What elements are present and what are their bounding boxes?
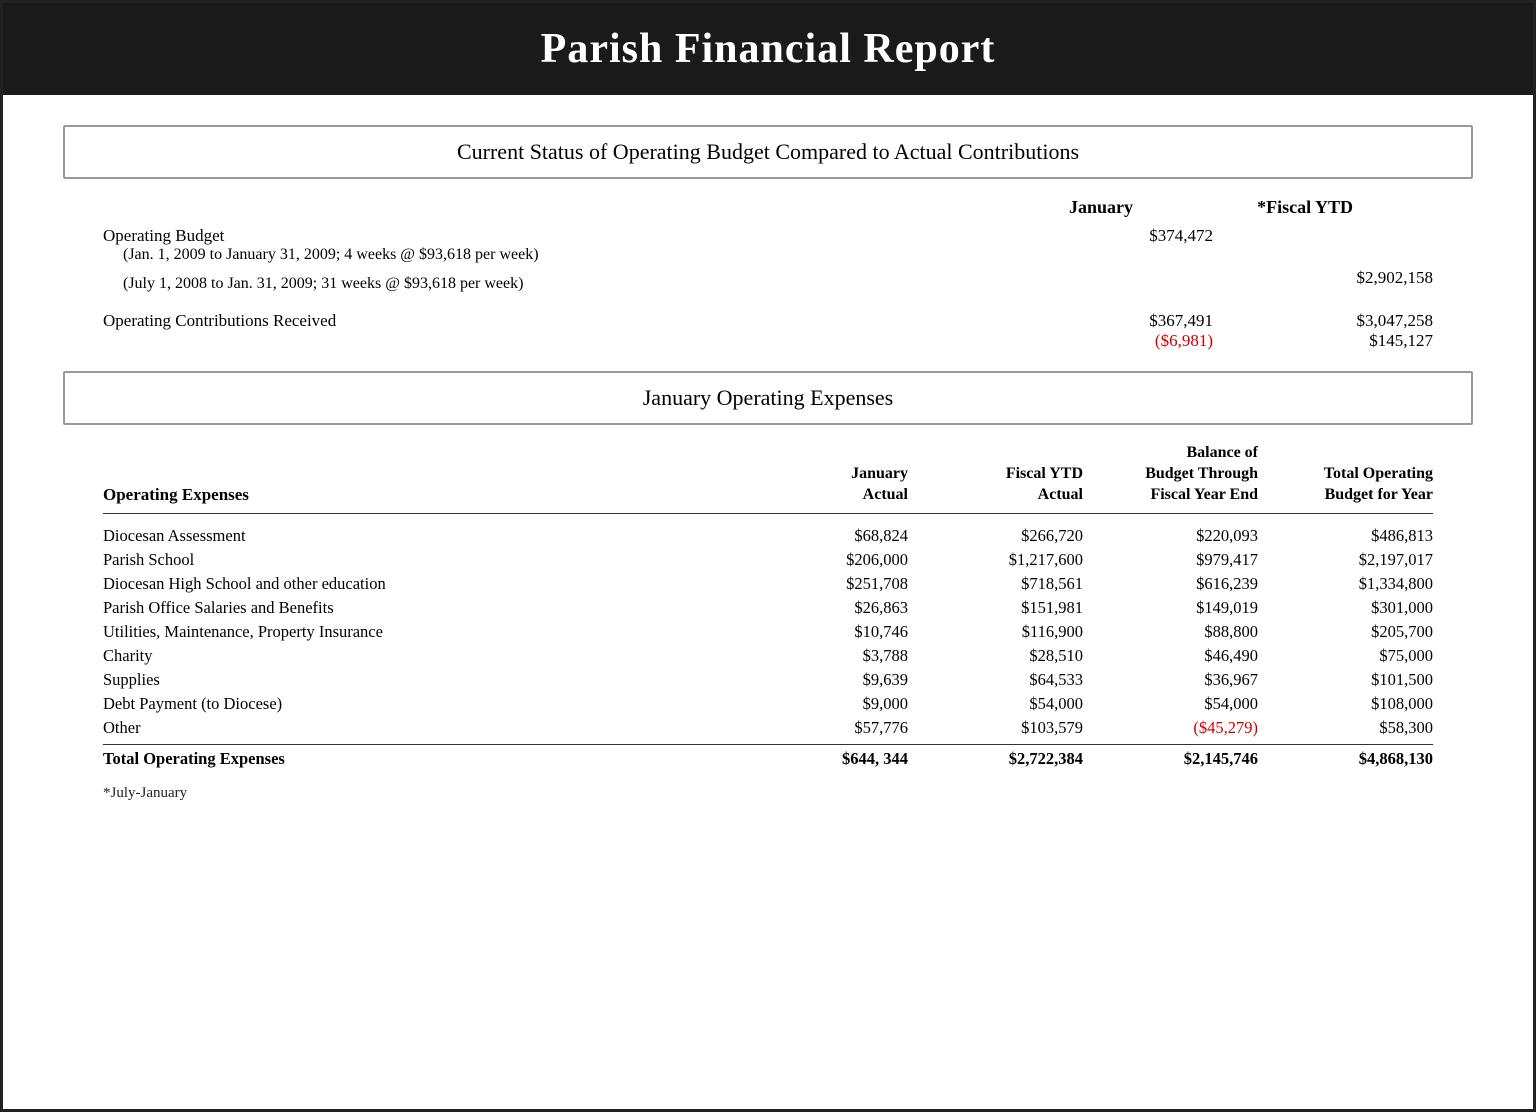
- op-budget-sub2-jan: [1053, 268, 1213, 288]
- expense-jan-actual: $9,000: [753, 694, 908, 714]
- op-budget-content: January *Fiscal YTD Operating Budget (Ja…: [63, 197, 1473, 371]
- page-title: Parish Financial Report: [43, 25, 1493, 73]
- expense-row: Parish School $206,000 $1,217,600 $979,417 $…: [103, 548, 1433, 572]
- contributions-jan-col: $367,491 ($6,981): [1053, 311, 1213, 351]
- expense-total-budget: $108,000: [1278, 694, 1433, 714]
- op-budget-sub1-ytd: [1273, 226, 1433, 246]
- op-budget-label: Operating Budget: [103, 226, 993, 246]
- expenses-content: Operating Expenses JanuaryActual Fiscal …: [63, 443, 1473, 822]
- expense-total-budget: $58,300: [1278, 718, 1433, 738]
- expense-jan-actual: $57,776: [753, 718, 908, 738]
- expense-name: Debt Payment (to Diocese): [103, 694, 733, 714]
- expense-balance: $88,800: [1103, 622, 1258, 642]
- expense-jan-actual: $26,863: [753, 598, 908, 618]
- op-budget-sub1-label: (Jan. 1, 2009 to January 31, 2009; 4 wee…: [103, 246, 993, 264]
- expense-balance: $54,000: [1103, 694, 1258, 714]
- contributions-ytd-val2: $145,127: [1273, 331, 1433, 351]
- contributions-row: Operating Contributions Received $367,49…: [103, 311, 1433, 351]
- page-body: Current Status of Operating Budget Compa…: [3, 95, 1533, 852]
- expense-fiscal-ytd: $103,579: [928, 718, 1083, 738]
- expense-fiscal-ytd: $28,510: [928, 646, 1083, 666]
- expense-rows-container: Diocesan Assessment $68,824 $266,720 $220,0…: [103, 524, 1433, 740]
- total-name: Total Operating Expenses: [103, 749, 733, 769]
- expense-jan-actual: $68,824: [753, 526, 908, 546]
- expense-balance: $979,417: [1103, 550, 1258, 570]
- operating-budget-section: Current Status of Operating Budget Compa…: [63, 125, 1473, 179]
- expense-jan-actual: $206,000: [753, 550, 908, 570]
- col-january: January: [973, 197, 1133, 218]
- expense-balance: $616,239: [1103, 574, 1258, 594]
- expense-balance: ($45,279): [1103, 718, 1258, 738]
- expense-row: Charity $3,788 $28,510 $46,490 $75,000: [103, 644, 1433, 668]
- expense-total-budget: $75,000: [1278, 646, 1433, 666]
- expense-row: Other $57,776 $103,579 ($45,279) $58,300: [103, 716, 1433, 740]
- expense-name: Parish Office Salaries and Benefits: [103, 598, 733, 618]
- expense-fiscal-ytd: $116,900: [928, 622, 1083, 642]
- expense-name: Utilities, Maintenance, Property Insuran…: [103, 622, 733, 642]
- expense-name: Charity: [103, 646, 733, 666]
- exp-col-name: Operating Expenses: [103, 485, 733, 505]
- contributions-label: Operating Contributions Received: [103, 311, 993, 331]
- expense-jan-actual: $251,708: [753, 574, 908, 594]
- expense-balance: $220,093: [1103, 526, 1258, 546]
- expense-fiscal-ytd: $64,533: [928, 670, 1083, 690]
- op-budget-sub1-jan: $374,472: [1053, 226, 1213, 246]
- contributions-ytd-val1: $3,047,258: [1273, 311, 1433, 331]
- expense-total-budget: $301,000: [1278, 598, 1433, 618]
- expense-jan-actual: $3,788: [753, 646, 908, 666]
- expense-total-budget: $2,197,017: [1278, 550, 1433, 570]
- expense-jan-actual: $10,746: [753, 622, 908, 642]
- total-row: Total Operating Expenses $644, 344 $2,72…: [103, 744, 1433, 771]
- expense-fiscal-ytd: $718,561: [928, 574, 1083, 594]
- budget-column-headers: January *Fiscal YTD: [103, 197, 1433, 218]
- expense-balance: $149,019: [1103, 598, 1258, 618]
- contributions-block: Operating Contributions Received $367,49…: [103, 311, 1433, 351]
- total-jan-actual: $644, 344: [753, 749, 908, 769]
- operating-budget-main-row: Operating Budget (Jan. 1, 2009 to Januar…: [103, 226, 1433, 264]
- expense-total-budget: $205,700: [1278, 622, 1433, 642]
- exp-col-jan-actual: JanuaryActual: [753, 464, 908, 506]
- exp-col-fiscal-ytd: Fiscal YTDActual: [928, 464, 1083, 506]
- page-header: Parish Financial Report: [3, 3, 1533, 95]
- expense-name: Parish School: [103, 550, 733, 570]
- exp-col-total-budget: Total OperatingBudget for Year: [1278, 464, 1433, 506]
- expense-row: Parish Office Salaries and Benefits $26,8…: [103, 596, 1433, 620]
- expense-balance: $46,490: [1103, 646, 1258, 666]
- expense-fiscal-ytd: $1,217,600: [928, 550, 1083, 570]
- op-budget-sub2-ytd: $2,902,158: [1273, 268, 1433, 288]
- total-total-budget: $4,868,130: [1278, 749, 1433, 769]
- total-balance: $2,145,746: [1103, 749, 1258, 769]
- contributions-jan-val1: $367,491: [1053, 311, 1213, 331]
- expense-balance: $36,967: [1103, 670, 1258, 690]
- expense-name: Diocesan Assessment: [103, 526, 733, 546]
- contributions-ytd-col: $3,047,258 $145,127: [1273, 311, 1433, 351]
- section1-title: Current Status of Operating Budget Compa…: [65, 127, 1471, 177]
- section2-title: January Operating Expenses: [65, 373, 1471, 423]
- col-fiscal-ytd: *Fiscal YTD: [1193, 197, 1353, 218]
- exp-col-balance: Balance ofBudget ThroughFiscal Year End: [1103, 443, 1258, 505]
- expense-total-budget: $1,334,800: [1278, 574, 1433, 594]
- expense-jan-actual: $9,639: [753, 670, 908, 690]
- footnote: *July-January: [103, 785, 1433, 802]
- page-container: Parish Financial Report Current Status o…: [0, 0, 1536, 1112]
- op-budget-sub2-label: (July 1, 2008 to Jan. 31, 2009; 31 weeks…: [103, 275, 993, 293]
- expense-name: Other: [103, 718, 733, 738]
- contributions-jan-val2: ($6,981): [1053, 331, 1213, 351]
- operating-budget-sub2-row: (July 1, 2008 to Jan. 31, 2009; 31 weeks…: [103, 268, 1433, 293]
- expense-fiscal-ytd: $266,720: [928, 526, 1083, 546]
- expense-row: Diocesan High School and other education…: [103, 572, 1433, 596]
- expense-total-budget: $486,813: [1278, 526, 1433, 546]
- total-fiscal-ytd: $2,722,384: [928, 749, 1083, 769]
- expense-name: Diocesan High School and other education: [103, 574, 733, 594]
- expense-fiscal-ytd: $151,981: [928, 598, 1083, 618]
- expenses-section-box: January Operating Expenses: [63, 371, 1473, 425]
- expense-row: Utilities, Maintenance, Property Insuran…: [103, 620, 1433, 644]
- expense-row: Diocesan Assessment $68,824 $266,720 $220,0…: [103, 524, 1433, 548]
- expenses-header-row: Operating Expenses JanuaryActual Fiscal …: [103, 443, 1433, 514]
- expense-row: Supplies $9,639 $64,533 $36,967 $101,500: [103, 668, 1433, 692]
- expense-fiscal-ytd: $54,000: [928, 694, 1083, 714]
- expense-name: Supplies: [103, 670, 733, 690]
- expense-total-budget: $101,500: [1278, 670, 1433, 690]
- expense-row: Debt Payment (to Diocese) $9,000 $54,000 $5…: [103, 692, 1433, 716]
